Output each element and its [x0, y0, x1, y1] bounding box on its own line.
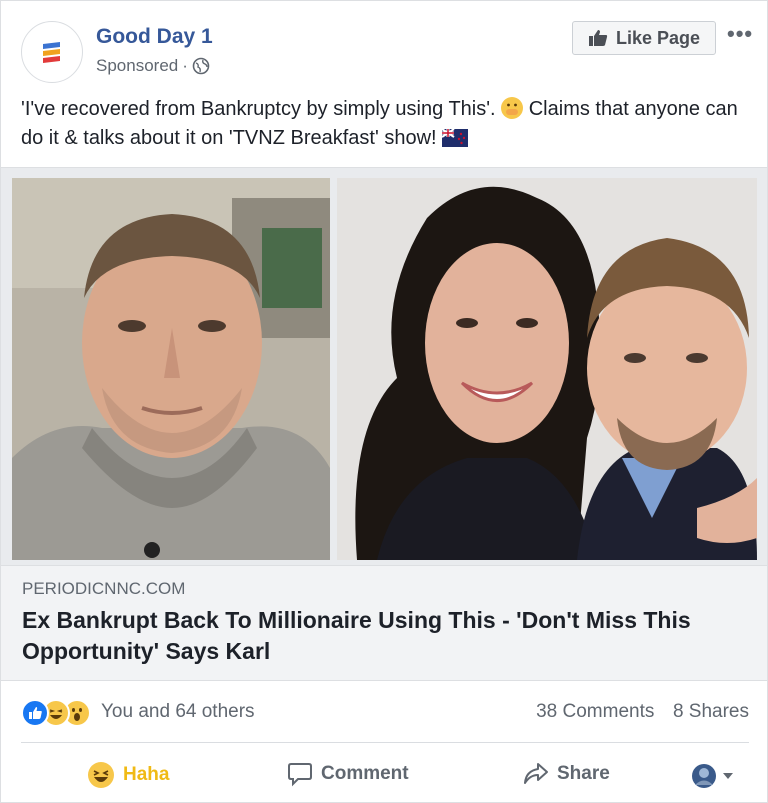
engagement-summary: You and 64 others 38 Comments 8 Shares [21, 697, 749, 727]
haha-icon [88, 762, 114, 788]
chevron-down-icon [723, 773, 733, 779]
haha-label: Haha [123, 764, 170, 785]
link-domain: PERIODICNNC.COM [22, 579, 186, 598]
link-headline[interactable]: Ex Bankrupt Back To Millionaire Using Th… [22, 605, 752, 667]
like-page-button[interactable]: Like Page [572, 21, 716, 55]
ad-image[interactable] [1, 167, 767, 566]
share-label: Share [557, 763, 610, 784]
face-with-hand-over-mouth-icon [501, 97, 524, 119]
reaction-count[interactable]: You and 64 others [101, 701, 255, 723]
shares-count[interactable]: 8 Shares [673, 701, 749, 722]
page-avatar[interactable] [21, 21, 83, 83]
new-zealand-flag-icon [442, 129, 469, 147]
haha-button[interactable]: Haha [87, 761, 169, 789]
thumbs-up-icon [588, 30, 608, 46]
comments-shares-counts: 38 Comments 8 Shares [536, 701, 749, 723]
sponsored-text: Sponsored [96, 56, 179, 75]
like-page-label: Like Page [615, 27, 701, 48]
sponsored-separator: · [182, 56, 188, 75]
sponsored-post-card: Good Day 1 Sponsored · Like Page ••• 'I'… [0, 0, 768, 803]
audience-selector[interactable] [691, 763, 735, 789]
post-text-quote: 'I've recovered from Bankruptcy by simpl… [21, 98, 496, 120]
reaction-icons[interactable] [21, 699, 101, 727]
post-message: 'I've recovered from Bankruptcy by simpl… [21, 95, 741, 153]
action-divider [21, 742, 749, 743]
share-icon [524, 763, 548, 784]
comment-icon [288, 763, 312, 787]
link-preview[interactable]: PERIODICNNC.COM Ex Bankrupt Back To Mill… [1, 565, 767, 681]
sponsored-label: Sponsored · [96, 56, 210, 76]
man-hoodie-photo [12, 178, 330, 560]
comments-count[interactable]: 38 Comments [536, 701, 654, 722]
more-options-icon[interactable]: ••• [727, 21, 753, 47]
couple-photo [337, 178, 757, 560]
profile-avatar-icon [692, 764, 716, 788]
comment-label: Comment [321, 763, 409, 784]
globe-icon[interactable] [192, 57, 210, 75]
page-logo-icon [43, 42, 60, 63]
like-reaction-icon [21, 699, 49, 727]
share-button[interactable]: Share [523, 761, 610, 787]
page-name-link[interactable]: Good Day 1 [96, 25, 213, 49]
comment-button[interactable]: Comment [287, 761, 409, 787]
